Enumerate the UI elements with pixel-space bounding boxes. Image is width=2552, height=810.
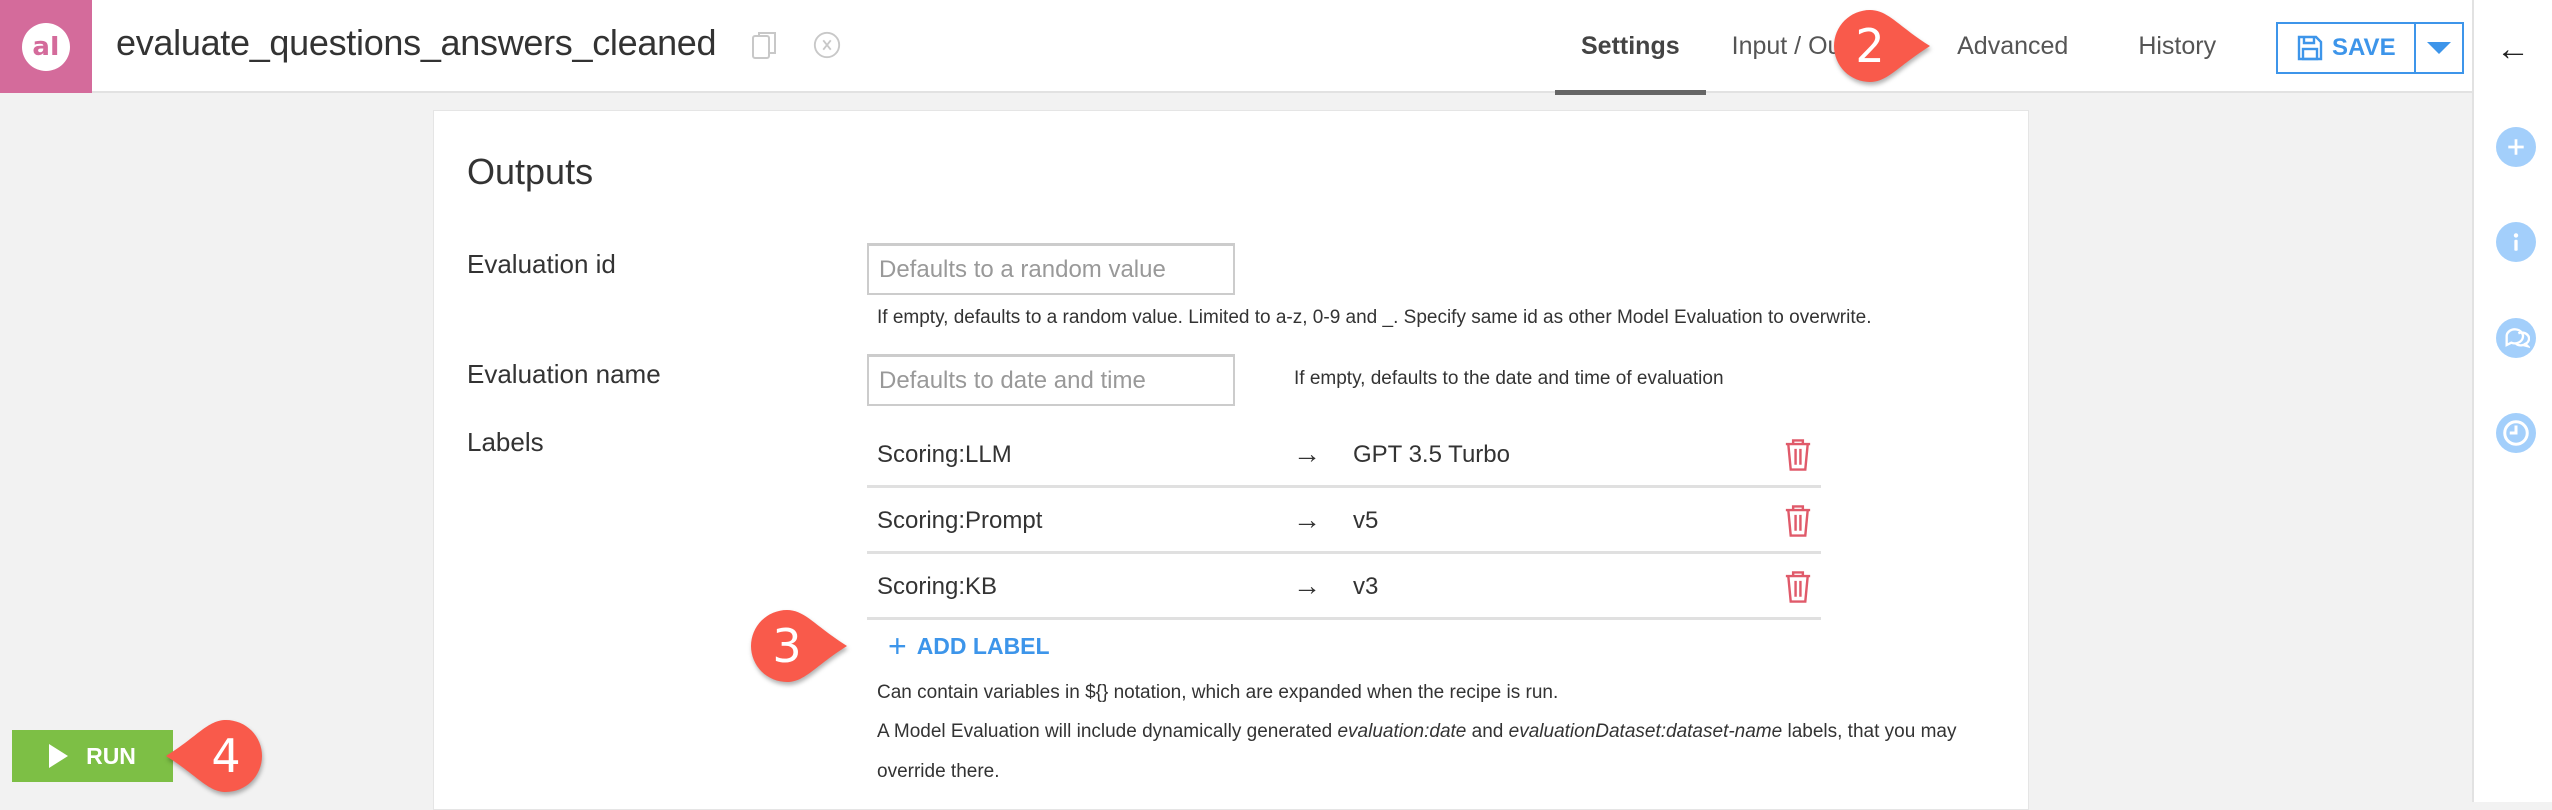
- run-button[interactable]: RUN: [12, 730, 173, 782]
- label-value[interactable]: v5: [1353, 507, 1378, 535]
- labels-table: Scoring:LLM → GPT 3.5 Turbo Scoring:Prom…: [867, 422, 1821, 620]
- tab-settings[interactable]: Settings: [1555, 0, 1706, 95]
- callout-step-2: 2: [1832, 8, 1932, 84]
- label-value[interactable]: v3: [1353, 573, 1378, 601]
- evaluation-name-input[interactable]: [867, 354, 1235, 406]
- evaluation-id-label: Evaluation id: [467, 249, 616, 279]
- back-arrow-icon[interactable]: ←: [2496, 30, 2530, 69]
- evaluation-name-label: Evaluation name: [467, 359, 661, 389]
- help-text-part: and: [1466, 721, 1509, 742]
- info-icon[interactable]: [2496, 222, 2536, 262]
- evaluation-id-help: If empty, defaults to a random value. Li…: [877, 307, 1872, 328]
- callout-number: 3: [772, 619, 802, 673]
- save-options-dropdown[interactable]: [2415, 24, 2462, 72]
- label-row: Scoring:KB → v3: [867, 554, 1821, 620]
- callout-number: 4: [211, 729, 241, 783]
- section-title: Outputs: [467, 151, 594, 192]
- label-row: Scoring:Prompt → v5: [867, 488, 1821, 554]
- labels-help-variables: Can contain variables in ${} notation, w…: [877, 682, 1559, 703]
- evaluation-id-input[interactable]: [867, 243, 1235, 295]
- tab-history[interactable]: History: [2112, 0, 2242, 93]
- right-sidebar: ←: [2472, 0, 2552, 802]
- help-text-part: labels, that you may: [1782, 721, 1957, 742]
- help-text-part: A Model Evaluation will include dynamica…: [877, 721, 1338, 742]
- plus-icon[interactable]: [2496, 127, 2536, 167]
- help-text-date-label: evaluation:date: [1337, 721, 1467, 742]
- arrow-right-icon: →: [1293, 438, 1321, 469]
- recipe-header: aI evaluate_questions_answers_cleaned Se…: [0, 0, 2472, 95]
- discussions-icon[interactable]: [2496, 318, 2536, 358]
- compass-icon[interactable]: [812, 30, 842, 62]
- help-text-dataset-label: evaluationDataset:dataset-name: [1508, 721, 1783, 742]
- save-button[interactable]: SAVE: [2278, 24, 2416, 72]
- history-clock-icon[interactable]: [2496, 413, 2536, 453]
- add-label-button[interactable]: + ADD LABEL: [888, 630, 1050, 662]
- app-logo[interactable]: aI: [0, 0, 92, 93]
- caret-down-icon: [2426, 42, 2451, 54]
- labels-help-override: override there.: [877, 761, 1000, 782]
- trash-icon[interactable]: [1783, 570, 1813, 604]
- callout-step-3: 3: [749, 608, 849, 684]
- save-button-group: SAVE: [2276, 22, 2464, 74]
- save-label: SAVE: [2332, 34, 2396, 61]
- recipe-title[interactable]: evaluate_questions_answers_cleaned: [116, 22, 717, 64]
- floppy-disk-icon: [2297, 35, 2323, 61]
- tab-advanced[interactable]: Advanced: [1931, 0, 2094, 93]
- evaluation-name-help: If empty, defaults to the date and time …: [1294, 368, 1724, 389]
- plus-icon: +: [888, 628, 907, 664]
- add-label-text: ADD LABEL: [916, 632, 1050, 659]
- play-icon: [49, 744, 69, 768]
- arrow-right-icon: →: [1293, 504, 1321, 535]
- trash-icon[interactable]: [1783, 438, 1813, 472]
- arrow-right-icon: →: [1293, 570, 1321, 601]
- label-value[interactable]: GPT 3.5 Turbo: [1353, 441, 1510, 469]
- callout-number: 2: [1855, 19, 1885, 73]
- labels-help-generated: A Model Evaluation will include dynamica…: [877, 721, 1956, 743]
- trash-icon[interactable]: [1783, 504, 1813, 538]
- copy-icon[interactable]: [750, 30, 780, 62]
- label-key[interactable]: Scoring:LLM: [877, 441, 1012, 469]
- label-key[interactable]: Scoring:Prompt: [877, 507, 1042, 535]
- run-label: RUN: [86, 742, 136, 769]
- label-row: Scoring:LLM → GPT 3.5 Turbo: [867, 422, 1821, 488]
- outputs-card: Outputs Evaluation id If empty, defaults…: [433, 110, 2029, 810]
- callout-step-4: 4: [164, 718, 264, 794]
- label-key[interactable]: Scoring:KB: [877, 573, 997, 601]
- labels-label: Labels: [467, 427, 544, 457]
- recipe-type-icon: aI: [22, 22, 70, 71]
